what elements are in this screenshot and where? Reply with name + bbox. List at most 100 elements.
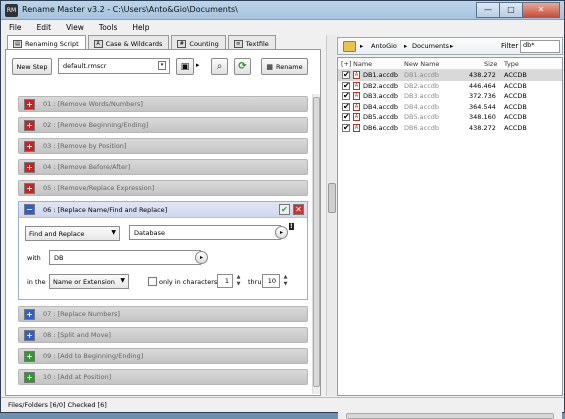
refresh-button[interactable]: ⟳ bbox=[234, 58, 251, 75]
file-checkbox[interactable] bbox=[342, 70, 350, 79]
step-06-header[interactable]: − 06 : [Replace Name/Find and Replace] ✔… bbox=[19, 202, 307, 218]
path-segment-documents[interactable]: Documents bbox=[412, 42, 449, 50]
file-new-name: DB4.accdb bbox=[404, 102, 440, 111]
step-01[interactable]: + 01 : [Remove Words/Numbers] bbox=[18, 96, 308, 112]
filter-input[interactable]: db* bbox=[520, 40, 560, 53]
file-row[interactable]: A DB3.accdb DB3.accdb 372.736 ACCDB bbox=[338, 91, 562, 102]
tab-renaming-script[interactable]: ▤ Renaming Script bbox=[7, 35, 86, 50]
path-segment-antogio[interactable]: AntoGio bbox=[371, 42, 397, 50]
file-checkbox[interactable] bbox=[342, 81, 350, 90]
only-in-characters-checkbox[interactable] bbox=[148, 277, 157, 286]
access-file-icon: A bbox=[353, 123, 360, 132]
folder-icon[interactable] bbox=[343, 41, 356, 52]
find-value: Database bbox=[134, 228, 166, 237]
file-checkbox[interactable] bbox=[342, 102, 350, 111]
expand-plus-icon[interactable]: + bbox=[24, 371, 35, 383]
menu-view[interactable]: View bbox=[66, 23, 84, 32]
title-bar[interactable]: RM Rename Master v3.2 - C:\Users\Anto&Gi… bbox=[1, 1, 564, 20]
menu-file[interactable]: File bbox=[9, 23, 22, 32]
menu-help[interactable]: Help bbox=[132, 23, 149, 32]
name-column-header[interactable]: Name bbox=[353, 60, 372, 68]
step-02[interactable]: + 02 : [Remove Beginning/Ending] bbox=[18, 117, 308, 133]
window-title: Rename Master v3.2 - C:\Users\Anto&Gio\D… bbox=[22, 5, 238, 14]
from-spinner-icon[interactable]: ▲ ▼ bbox=[234, 274, 243, 289]
renaming-script-pane: New Step default.rmscr ▾ ▣ ▸ ⌕ ⟳ ▦ Renam… bbox=[5, 49, 321, 396]
minimize-button[interactable]: — bbox=[476, 2, 500, 18]
find-options-button[interactable]: ▸ bbox=[275, 226, 288, 239]
expand-plus-icon[interactable]: + bbox=[24, 308, 35, 320]
thru-spinner-icon[interactable]: ▲ ▼ bbox=[281, 274, 290, 289]
file-row[interactable]: A DB6.accdb DB6.accdb 438.272 ACCDB bbox=[338, 123, 562, 134]
expand-plus-icon[interactable]: + bbox=[24, 182, 35, 194]
step-label: 09 : [Add to Beginning/Ending] bbox=[43, 352, 144, 360]
step-04[interactable]: + 04 : [Remove Before/After] bbox=[18, 159, 308, 175]
maximize-button[interactable]: □ bbox=[499, 2, 523, 18]
file-row[interactable]: A DB5.accdb DB5.accdb 348.160 ACCDB bbox=[338, 112, 562, 123]
tab-case-wildcards[interactable]: A Case & Wildcards bbox=[87, 35, 170, 49]
hscroll-thumb[interactable] bbox=[346, 413, 554, 419]
step-03[interactable]: + 03 : [Remove by Position] bbox=[18, 138, 308, 154]
tab-textfile[interactable]: ≡ Textfile bbox=[227, 35, 276, 49]
file-new-name: DB6.accdb bbox=[404, 123, 440, 132]
file-checkbox[interactable] bbox=[342, 112, 350, 121]
path-arrow-icon[interactable]: ▸ bbox=[450, 42, 453, 50]
file-new-name: DB5.accdb bbox=[404, 113, 440, 121]
step-09[interactable]: + 09 : [Add to Beginning/Ending] bbox=[18, 348, 308, 364]
step-08[interactable]: + 08 : [Split and Move] bbox=[18, 327, 308, 343]
find-input[interactable]: Database bbox=[129, 225, 281, 240]
textfile-icon: ≡ bbox=[233, 39, 243, 48]
file-checkbox[interactable] bbox=[342, 123, 350, 132]
script-name-field[interactable]: default.rmscr ▾ bbox=[58, 58, 170, 74]
status-bar: Files/Folders [6/0] Checked [6] bbox=[1, 397, 564, 412]
expand-plus-icon[interactable]: + bbox=[24, 161, 35, 173]
path-arrow-icon[interactable]: ▸ bbox=[360, 42, 363, 50]
file-row[interactable]: A DB1.accdb DB1.accdb 438.272 ACCDB bbox=[338, 70, 562, 81]
new-step-button[interactable]: New Step bbox=[12, 58, 52, 75]
file-row[interactable]: A DB2.accdb DB2.accdb 446.464 ACCDB bbox=[338, 81, 562, 92]
splitter-handle[interactable] bbox=[328, 183, 336, 213]
tab-label: Counting bbox=[189, 39, 219, 48]
enable-check-icon[interactable]: ✔ bbox=[279, 204, 290, 215]
collapse-minus-icon[interactable]: − bbox=[24, 204, 35, 215]
file-list-hscrollbar[interactable] bbox=[338, 411, 562, 419]
in-the-select[interactable]: Name or Extension ▼ bbox=[49, 274, 129, 289]
from-input[interactable]: 1 bbox=[217, 274, 233, 288]
thru-input[interactable]: 10 bbox=[262, 274, 280, 288]
mode-select[interactable]: Find and Replace ▼ bbox=[25, 226, 120, 241]
new-name-column-header[interactable]: New Name bbox=[404, 60, 439, 68]
preview-button[interactable]: ⌕ bbox=[211, 58, 228, 75]
close-button[interactable]: ✕ bbox=[522, 2, 560, 18]
expand-plus-icon[interactable]: + bbox=[24, 140, 35, 152]
menu-edit[interactable]: Edit bbox=[37, 23, 52, 32]
tab-label: Textfile bbox=[245, 39, 269, 48]
type-column-header[interactable]: Type bbox=[504, 60, 519, 68]
rename-button[interactable]: ▦ Rename bbox=[261, 58, 308, 75]
step-10[interactable]: + 10 : [Add at Position] bbox=[18, 369, 308, 385]
size-column-header[interactable]: Size bbox=[484, 60, 497, 68]
expand-plus-icon[interactable]: + bbox=[24, 98, 35, 110]
file-row[interactable]: A DB4.accdb DB4.accdb 364.544 ACCDB bbox=[338, 102, 562, 113]
expand-plus-icon[interactable]: + bbox=[24, 329, 35, 341]
steps-scroll-thumb[interactable] bbox=[313, 97, 320, 387]
steps-scrollbar[interactable] bbox=[312, 94, 320, 394]
panel-splitter[interactable] bbox=[326, 35, 336, 396]
file-type: ACCDB bbox=[504, 102, 527, 111]
with-input[interactable]: DB bbox=[49, 250, 201, 265]
save-script-button[interactable]: ▣ bbox=[176, 58, 194, 75]
script-toolbar: New Step default.rmscr ▾ ▣ ▸ ⌕ ⟳ ▦ Renam… bbox=[12, 58, 312, 76]
expand-plus-icon[interactable]: + bbox=[24, 350, 35, 362]
with-options-button[interactable]: ▸ bbox=[195, 251, 208, 264]
delete-step-icon[interactable]: ✕ bbox=[293, 204, 304, 215]
path-arrow-icon[interactable]: ▸ bbox=[404, 42, 407, 50]
file-checkbox[interactable] bbox=[342, 91, 350, 100]
script-menu-arrow-icon[interactable]: ▸ bbox=[196, 61, 200, 69]
tab-counting[interactable]: # Counting bbox=[171, 35, 226, 49]
expand-all-column[interactable]: [+] bbox=[341, 60, 352, 68]
counting-icon: # bbox=[177, 39, 187, 48]
step-07[interactable]: + 07 : [Replace Numbers] bbox=[18, 306, 308, 322]
expand-plus-icon[interactable]: + bbox=[24, 119, 35, 131]
app-window: RM Rename Master v3.2 - C:\Users\Anto&Gi… bbox=[0, 0, 565, 419]
menu-tools[interactable]: Tools bbox=[99, 23, 117, 32]
step-05[interactable]: + 05 : [Remove/Replace Expression] bbox=[18, 180, 308, 196]
dropdown-icon[interactable]: ▾ bbox=[158, 61, 166, 70]
